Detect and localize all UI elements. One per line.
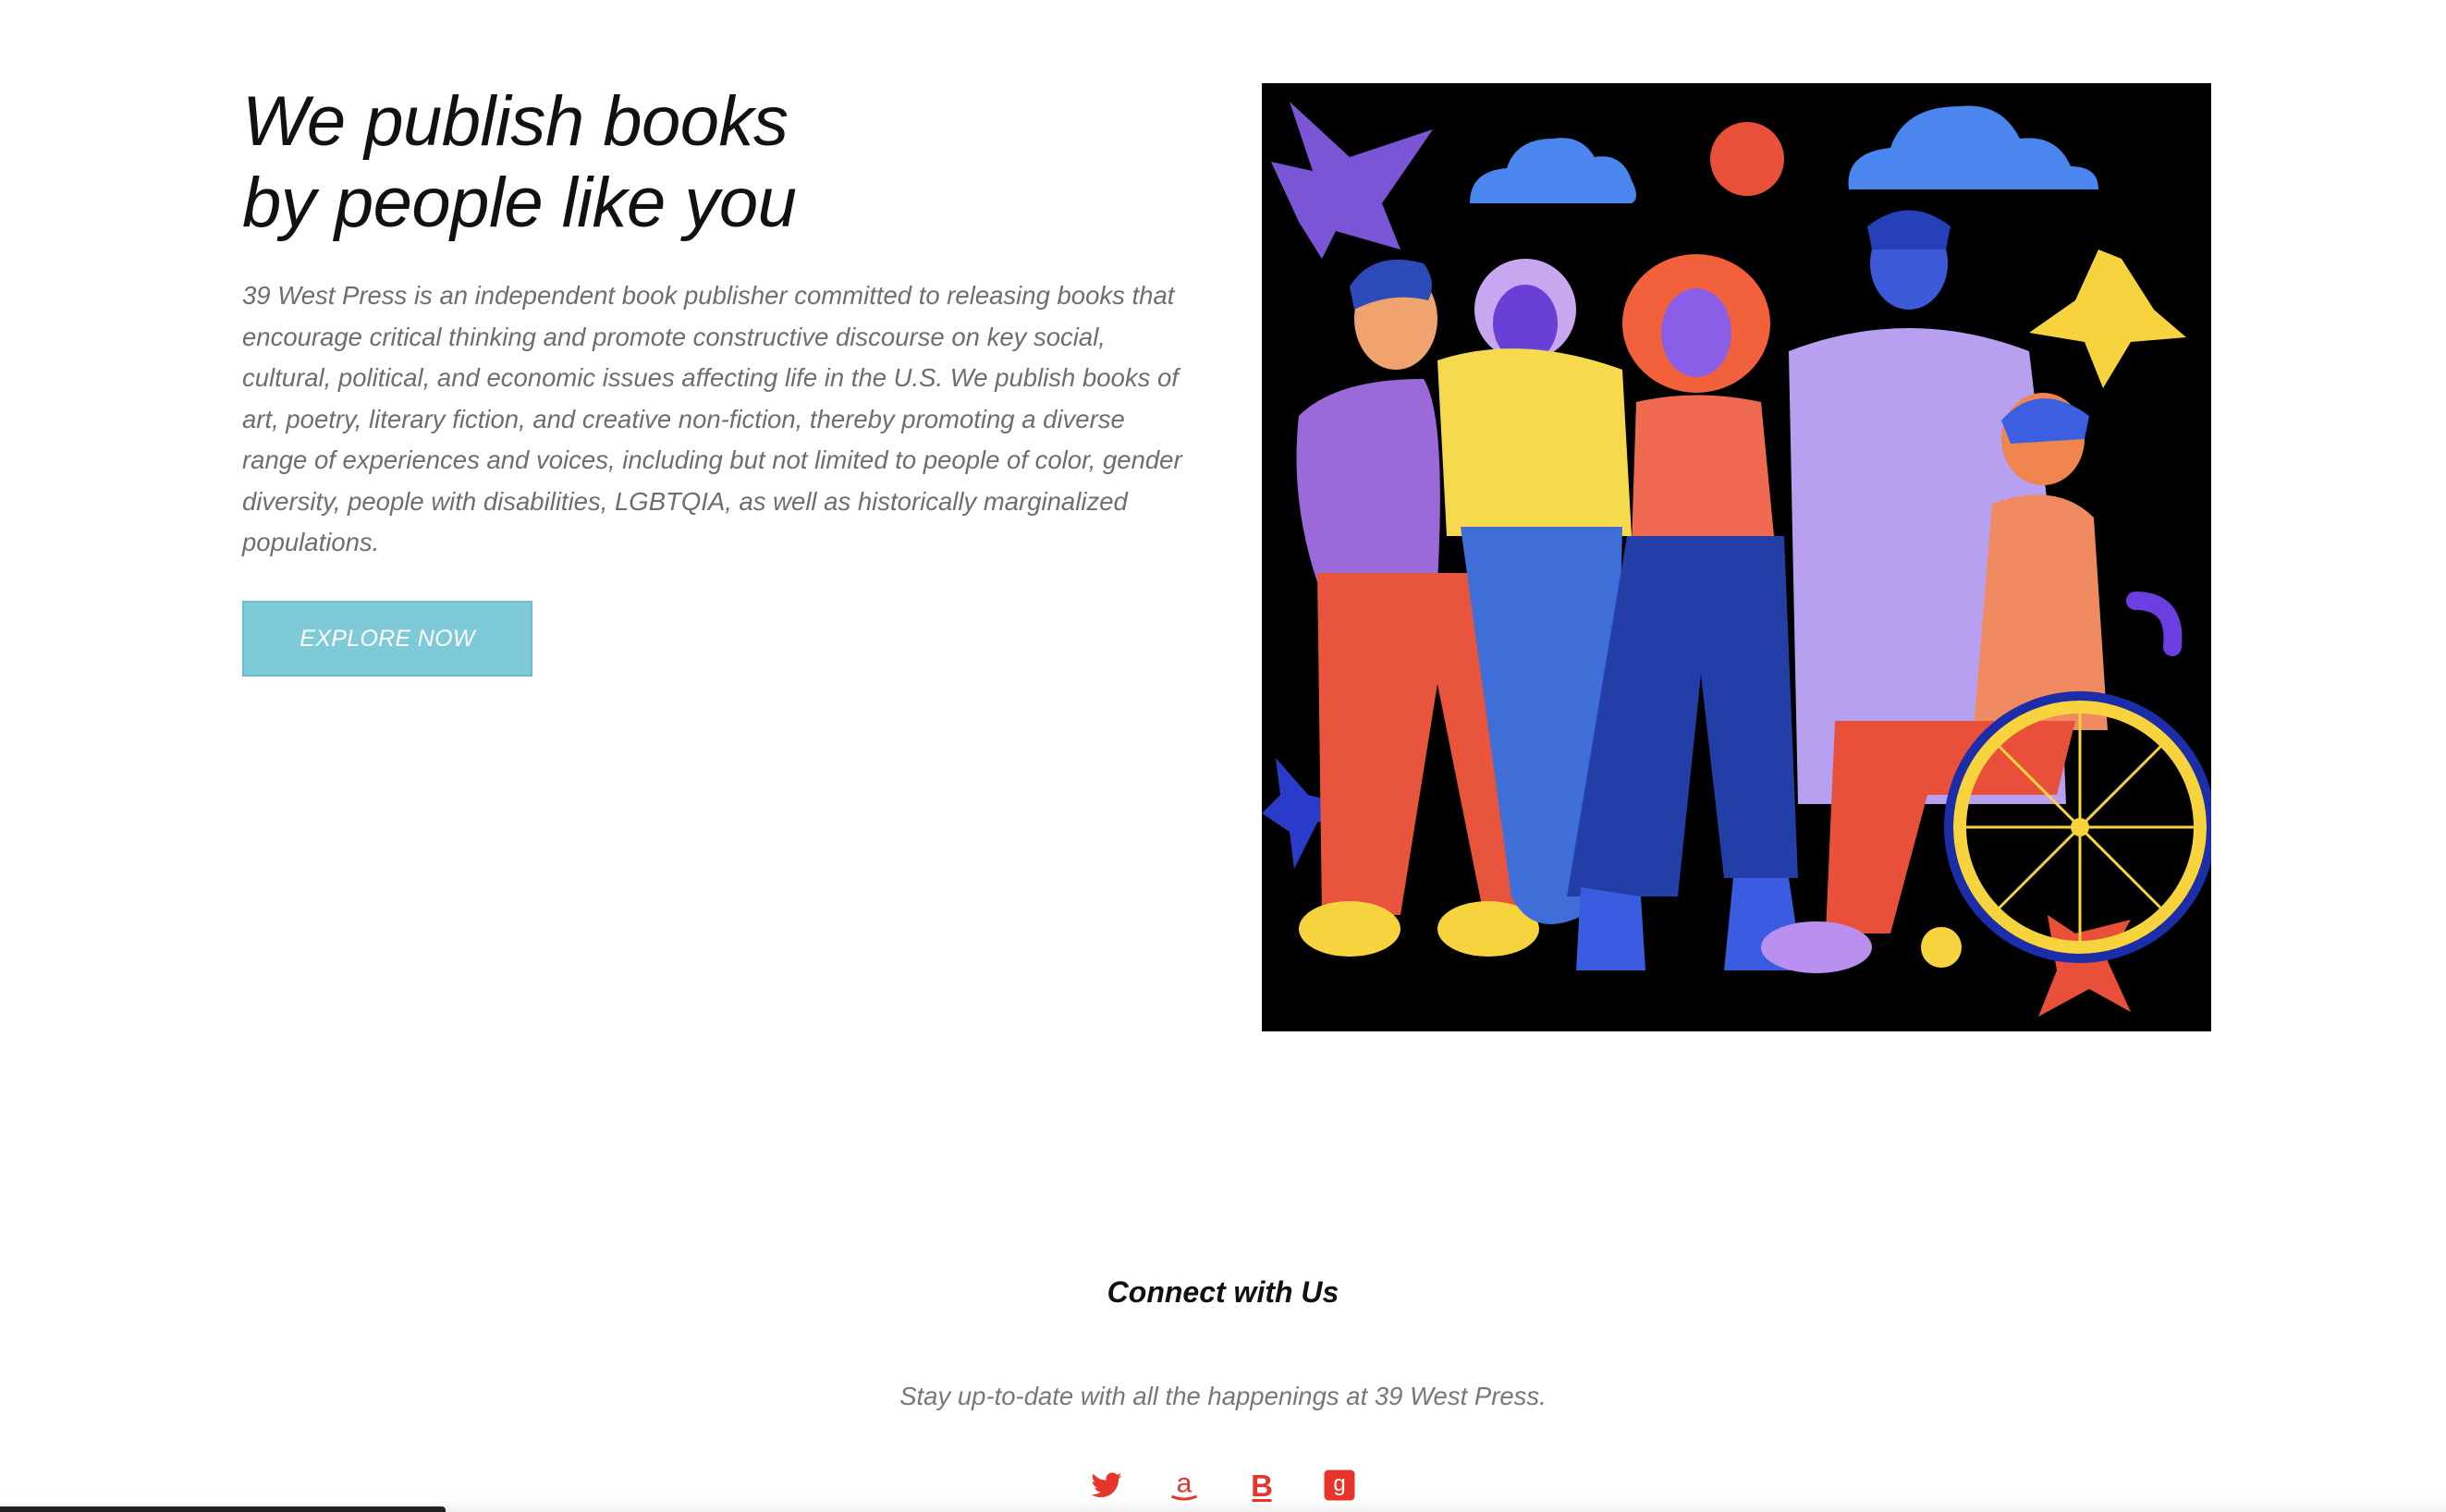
svg-text:B: B [1251, 1469, 1273, 1502]
goodreads-icon[interactable]: g [1323, 1468, 1356, 1503]
headline-line-1: We publish books [242, 82, 789, 161]
bottom-scroll-bar[interactable] [0, 1506, 446, 1512]
svg-text:a: a [1177, 1469, 1192, 1499]
hero-headline: We publish books by people like you [242, 81, 1194, 244]
social-links: a B g [0, 1468, 2446, 1503]
connect-subtitle: Stay up-to-date with all the happenings … [899, 1382, 1547, 1410]
amazon-icon[interactable]: a [1168, 1468, 1201, 1503]
twitter-icon[interactable] [1090, 1468, 1123, 1503]
bookbub-icon[interactable]: B [1245, 1468, 1278, 1503]
hero-intro-text: 39 West Press is an independent book pub… [242, 281, 1182, 556]
svg-text:g: g [1333, 1471, 1345, 1496]
hero-illustration [1262, 83, 2211, 1031]
headline-line-2: by people like you [242, 164, 797, 242]
connect-title: Connect with Us [1107, 1275, 1339, 1309]
explore-now-button[interactable]: EXPLORE NOW [242, 601, 532, 677]
hero-text: We publish books by people like you 39 W… [242, 81, 1194, 564]
